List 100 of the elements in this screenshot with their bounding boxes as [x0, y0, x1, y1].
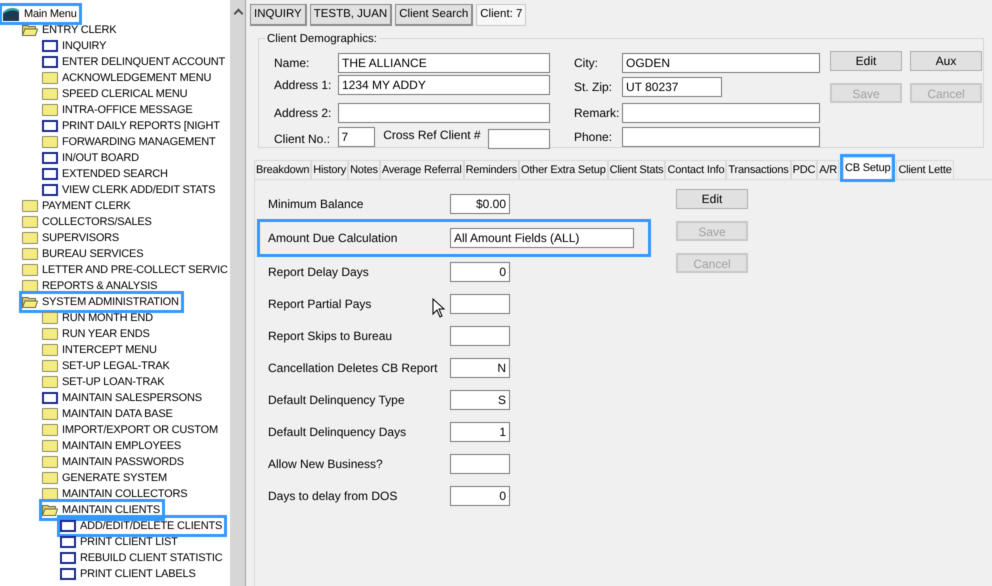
field-label: Phone: — [574, 129, 614, 146]
tree-item[interactable]: PRINT DAILY REPORTS [NIGHT — [42, 118, 222, 134]
tree-item[interactable]: PRINT CLIENT LABELS — [60, 566, 198, 582]
tree-item[interactable]: IN/OUT BOARD — [42, 150, 141, 166]
field-label: Cross Ref Client # — [383, 127, 482, 144]
header-button[interactable]: Client Search — [395, 4, 474, 26]
field-label: Days to delay from DOS — [268, 488, 398, 505]
header-button[interactable]: INQUIRY — [250, 4, 307, 26]
text-field[interactable] — [622, 103, 820, 123]
tab[interactable]: PDC — [790, 160, 818, 179]
tab[interactable]: A/R — [817, 160, 839, 179]
text-field[interactable]: 7 — [338, 127, 376, 147]
tree-item[interactable]: ACKNOWLEDGEMENT MENU — [42, 70, 214, 86]
tab[interactable]: Transactions — [726, 160, 791, 179]
text-field[interactable] — [338, 103, 550, 123]
tree-item[interactable]: MAINTAIN EMPLOYEES — [42, 438, 184, 454]
text-field[interactable] — [450, 326, 510, 346]
tree-item[interactable]: BUREAU SERVICES — [22, 246, 146, 262]
tree-item[interactable]: SPEED CLERICAL MENU — [42, 86, 190, 102]
text-field[interactable]: UT 80237 — [622, 77, 722, 97]
field-label: Amount Due Calculation — [268, 230, 398, 247]
tree-item[interactable]: COLLECTORS/SALES — [22, 214, 154, 230]
form-button[interactable]: Edit — [830, 51, 902, 71]
form-icon — [60, 552, 76, 564]
header-button[interactable]: TESTB, JUAN — [310, 4, 392, 26]
tree-item[interactable]: ADD/EDIT/DELETE CLIENTS — [60, 518, 224, 534]
tree-item[interactable]: MAINTAIN PASSWORDS — [42, 454, 186, 470]
text-field[interactable]: THE ALLIANCE — [338, 53, 550, 73]
folder-icon — [42, 104, 58, 116]
tree-item[interactable]: SET-UP LOAN-TRAK — [42, 374, 166, 390]
form-button[interactable]: Edit — [676, 189, 748, 209]
folder-icon — [42, 88, 58, 100]
text-field[interactable]: N — [450, 358, 510, 378]
tree-item[interactable]: PRINT CLIENT LIST — [60, 534, 180, 550]
form-icon — [42, 56, 58, 68]
field-label: Cancellation Deletes CB Report — [268, 360, 438, 377]
text-field[interactable]: 0 — [450, 262, 510, 282]
field-label: Report Skips to Bureau — [268, 328, 392, 345]
folder-icon — [42, 472, 58, 484]
tree-item[interactable]: ENTER DELINQUENT ACCOUNT — [42, 54, 228, 70]
form-button[interactable]: Aux — [910, 51, 982, 71]
tree-item[interactable]: IMPORT/EXPORT OR CUSTOM — [42, 422, 220, 438]
tree-item[interactable]: RUN YEAR ENDS — [42, 326, 152, 342]
tab[interactable]: Breakdown — [254, 160, 312, 179]
field-label: Report Partial Pays — [268, 296, 372, 313]
tab[interactable]: Client Stats — [608, 160, 666, 179]
field-label: Remark: — [574, 105, 620, 122]
folder-icon — [22, 248, 38, 260]
tab[interactable]: History — [311, 160, 348, 179]
text-field[interactable] — [622, 127, 820, 147]
tree-item[interactable]: ENTRY CLERK — [22, 22, 118, 38]
text-field[interactable]: S — [450, 390, 510, 410]
tab[interactable]: Average Referral — [380, 160, 464, 179]
text-field[interactable] — [450, 454, 510, 474]
tree-item[interactable]: INTERCEPT MENU — [42, 342, 159, 358]
text-field[interactable]: All Amount Fields (ALL) — [450, 228, 634, 248]
tab[interactable]: CB Setup — [842, 157, 892, 179]
tree-item[interactable]: LETTER AND PRE-COLLECT SERVIC — [22, 262, 230, 278]
tree-item[interactable]: REPORTS & ANALYSIS — [22, 278, 160, 294]
tree-item[interactable]: MAINTAIN SALESPERSONS — [42, 390, 204, 406]
tree-item[interactable]: FORWARDING MANAGEMENT — [42, 134, 218, 150]
text-field[interactable]: $0.00 — [450, 194, 510, 214]
tree-item[interactable]: EXTENDED SEARCH — [42, 166, 170, 182]
tree-item[interactable]: MAINTAIN CLIENTS — [42, 502, 162, 518]
text-field[interactable]: 0 — [450, 486, 510, 506]
form-icon — [42, 184, 58, 196]
tree-item[interactable]: REBUILD CLIENT STATISTIC — [60, 550, 225, 566]
folder-icon — [42, 408, 58, 420]
folder-icon — [42, 136, 58, 148]
tab[interactable]: Client Lette — [896, 160, 954, 179]
tree-item[interactable]: INTRA-OFFICE MESSAGE — [42, 102, 194, 118]
tree-item[interactable]: MAINTAIN DATA BASE — [42, 406, 175, 422]
text-field[interactable]: 1 — [450, 422, 510, 442]
tree-item[interactable]: VIEW CLERK ADD/EDIT STATS — [42, 182, 218, 198]
tab[interactable]: Contact Info — [665, 160, 726, 179]
text-field[interactable]: 1234 MY ADDY — [338, 75, 550, 95]
text-field[interactable]: OGDEN — [622, 53, 820, 73]
form-icon — [42, 168, 58, 180]
tree-item[interactable]: PAYMENT CLERK — [22, 198, 132, 214]
tree-item[interactable]: SUPERVISORS — [22, 230, 122, 246]
tree-item[interactable]: INQUIRY — [42, 38, 108, 54]
header-button[interactable]: Client: 7 — [476, 4, 526, 26]
field-label: Address 2: — [274, 105, 332, 122]
field-label: Client No.: — [274, 131, 332, 148]
tab[interactable]: Other Extra Setup — [518, 160, 608, 179]
tab[interactable]: Notes — [348, 160, 380, 179]
tree-item[interactable]: SET-UP LEGAL-TRAK — [42, 358, 172, 374]
scrollbar[interactable] — [230, 0, 245, 586]
tree-item[interactable]: GENERATE SYSTEM — [42, 470, 169, 486]
text-field[interactable] — [488, 129, 550, 149]
field-label: St. Zip: — [574, 79, 614, 96]
tree-item[interactable]: SYSTEM ADMINISTRATION — [22, 294, 181, 310]
form-icon — [60, 568, 76, 580]
tree-item[interactable]: RUN MONTH END — [42, 310, 155, 326]
folder-icon — [42, 440, 58, 452]
tree-item[interactable]: MAINTAIN COLLECTORS — [42, 486, 190, 502]
text-field[interactable] — [450, 294, 510, 314]
folder-icon — [42, 72, 58, 84]
tab[interactable]: Reminders — [464, 160, 519, 179]
tree-item[interactable]: Main Menu — [2, 6, 79, 22]
